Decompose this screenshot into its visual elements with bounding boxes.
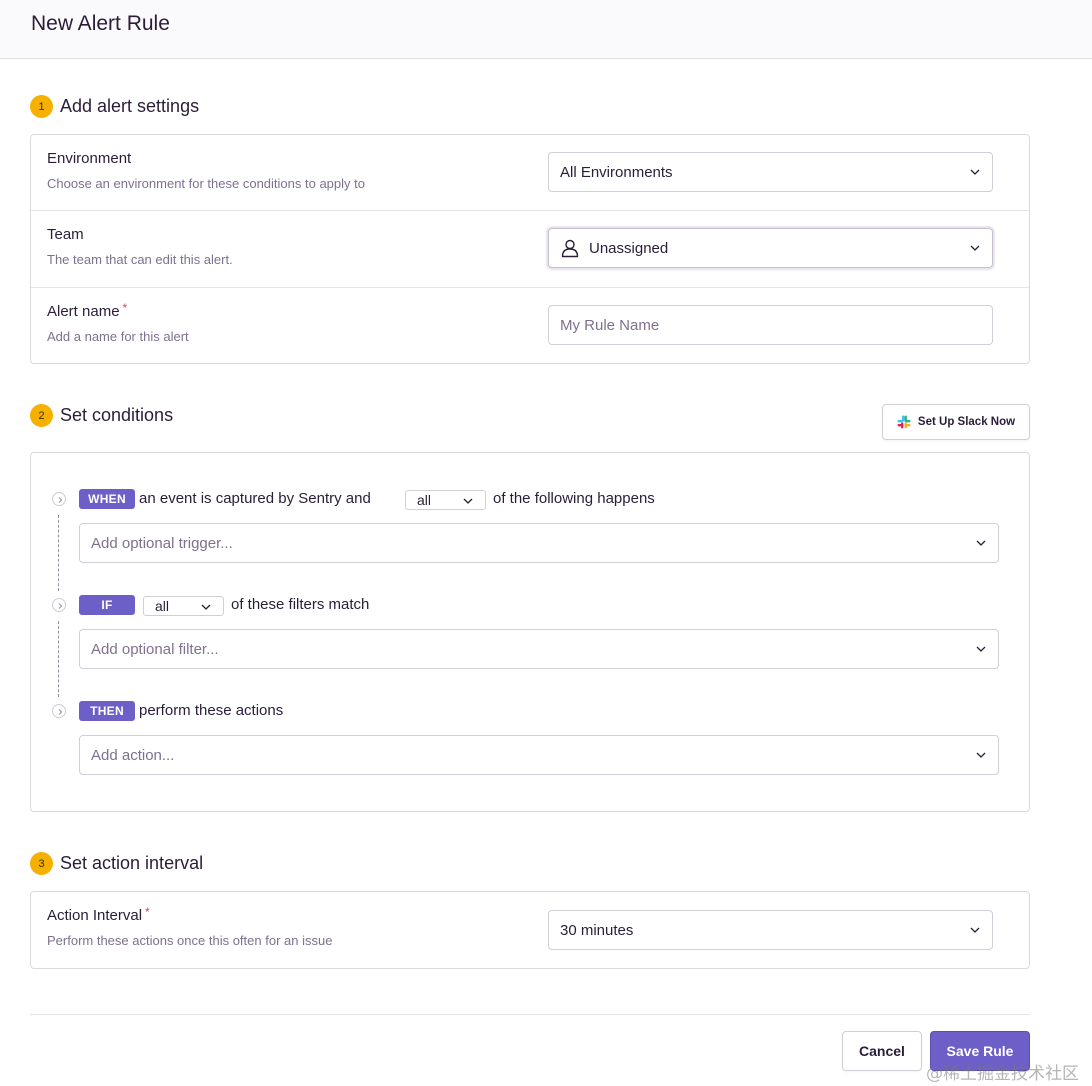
if-tag: IF: [79, 595, 135, 615]
chevron-down-icon: [976, 752, 986, 758]
action-placeholder: Add action...: [91, 746, 175, 764]
when-match-select[interactable]: all: [405, 490, 486, 510]
chevron-right-icon: [58, 603, 63, 609]
team-row: Team The team that can edit this alert. …: [31, 211, 1029, 288]
step-title: Set conditions: [60, 405, 174, 425]
when-tag: WHEN: [79, 489, 135, 509]
alert-name-help: Add a name for this alert: [47, 329, 189, 344]
then-text-after: perform these actions: [139, 702, 284, 719]
action-select[interactable]: Add action...: [79, 735, 999, 775]
team-label: Team: [47, 226, 84, 243]
environment-label: Environment: [47, 150, 132, 167]
slack-icon: [897, 415, 911, 429]
required-mark: *: [122, 301, 128, 315]
when-match-value: all: [417, 492, 432, 508]
trigger-select[interactable]: Add optional trigger...: [79, 523, 999, 563]
alert-name-placeholder: My Rule Name: [560, 316, 660, 334]
alert-name-label: Alert name *: [47, 301, 128, 320]
environment-help: Choose an environment for these conditio…: [47, 176, 365, 191]
page-header: New Alert Rule: [0, 0, 1092, 59]
filter-placeholder: Add optional filter...: [91, 640, 219, 658]
setup-slack-label: Set Up Slack Now: [917, 416, 1016, 428]
chevron-right-icon: [58, 709, 63, 715]
chevron-down-icon: [976, 646, 986, 652]
filter-select[interactable]: Add optional filter...: [79, 629, 999, 669]
step-number-badge: 3: [30, 852, 53, 875]
if-match-value: all: [155, 598, 170, 614]
step-number-badge: 2: [30, 404, 53, 427]
cancel-button[interactable]: Cancel: [842, 1031, 922, 1071]
step-heading-3: 3 Set action interval: [30, 852, 203, 875]
chevron-down-icon: [976, 540, 986, 546]
chevron-right-icon: [58, 497, 63, 503]
when-text-after: of the following happens: [493, 490, 655, 507]
alert-name-input[interactable]: My Rule Name: [548, 305, 993, 345]
action-interval-panel: Action Interval * Perform these actions o…: [30, 891, 1030, 969]
step-number-badge: 1: [30, 95, 53, 118]
condition-connector: [58, 621, 59, 697]
trigger-placeholder: Add optional trigger...: [91, 534, 233, 552]
environment-row: Environment Choose an environment for th…: [31, 135, 1029, 211]
chevron-down-icon: [970, 169, 980, 175]
action-interval-label: Action Interval *: [47, 905, 150, 924]
team-select[interactable]: Unassigned: [548, 228, 993, 268]
team-help: The team that can edit this alert.: [47, 252, 233, 267]
if-text-after: of these filters match: [231, 596, 370, 613]
alert-name-row: Alert name * Add a name for this alert My…: [31, 288, 1029, 364]
when-text: an event is captured by Sentry and: [139, 490, 371, 507]
watermark: @稀土掘金技术社区: [926, 1064, 1079, 1084]
setup-slack-button[interactable]: Set Up Slack Now: [882, 404, 1030, 440]
required-mark: *: [145, 905, 150, 919]
chevron-down-icon: [201, 604, 211, 610]
condition-step-dot: [52, 704, 66, 718]
action-interval-row: Action Interval * Perform these actions o…: [31, 892, 1029, 968]
alert-settings-panel: Environment Choose an environment for th…: [30, 134, 1030, 364]
step-heading-1: 1 Add alert settings: [30, 95, 199, 118]
action-interval-value: 30 minutes: [560, 921, 634, 939]
step-heading-2: 2 Set conditions: [30, 404, 173, 427]
environment-select-value: All Environments: [560, 163, 673, 181]
step-title: Set action interval: [60, 853, 204, 873]
team-select-value: Unassigned: [589, 239, 669, 257]
chevron-down-icon: [463, 498, 473, 504]
condition-step-dot: [52, 492, 66, 506]
chevron-down-icon: [970, 245, 980, 251]
condition-connector: [58, 515, 59, 591]
step-title: Add alert settings: [60, 96, 200, 116]
action-interval-help: Perform these actions once this often fo…: [47, 933, 333, 948]
condition-step-dot: [52, 598, 66, 612]
then-tag: THEN: [79, 701, 135, 721]
user-icon: [561, 239, 579, 258]
chevron-down-icon: [970, 927, 980, 933]
footer-divider: [30, 1014, 1030, 1015]
page-title: New Alert Rule: [31, 12, 170, 35]
conditions-panel: WHEN an event is captured by Sentry and …: [30, 452, 1030, 812]
action-interval-select[interactable]: 30 minutes: [548, 910, 993, 950]
if-match-select[interactable]: all: [143, 596, 224, 616]
environment-select[interactable]: All Environments: [548, 152, 993, 192]
